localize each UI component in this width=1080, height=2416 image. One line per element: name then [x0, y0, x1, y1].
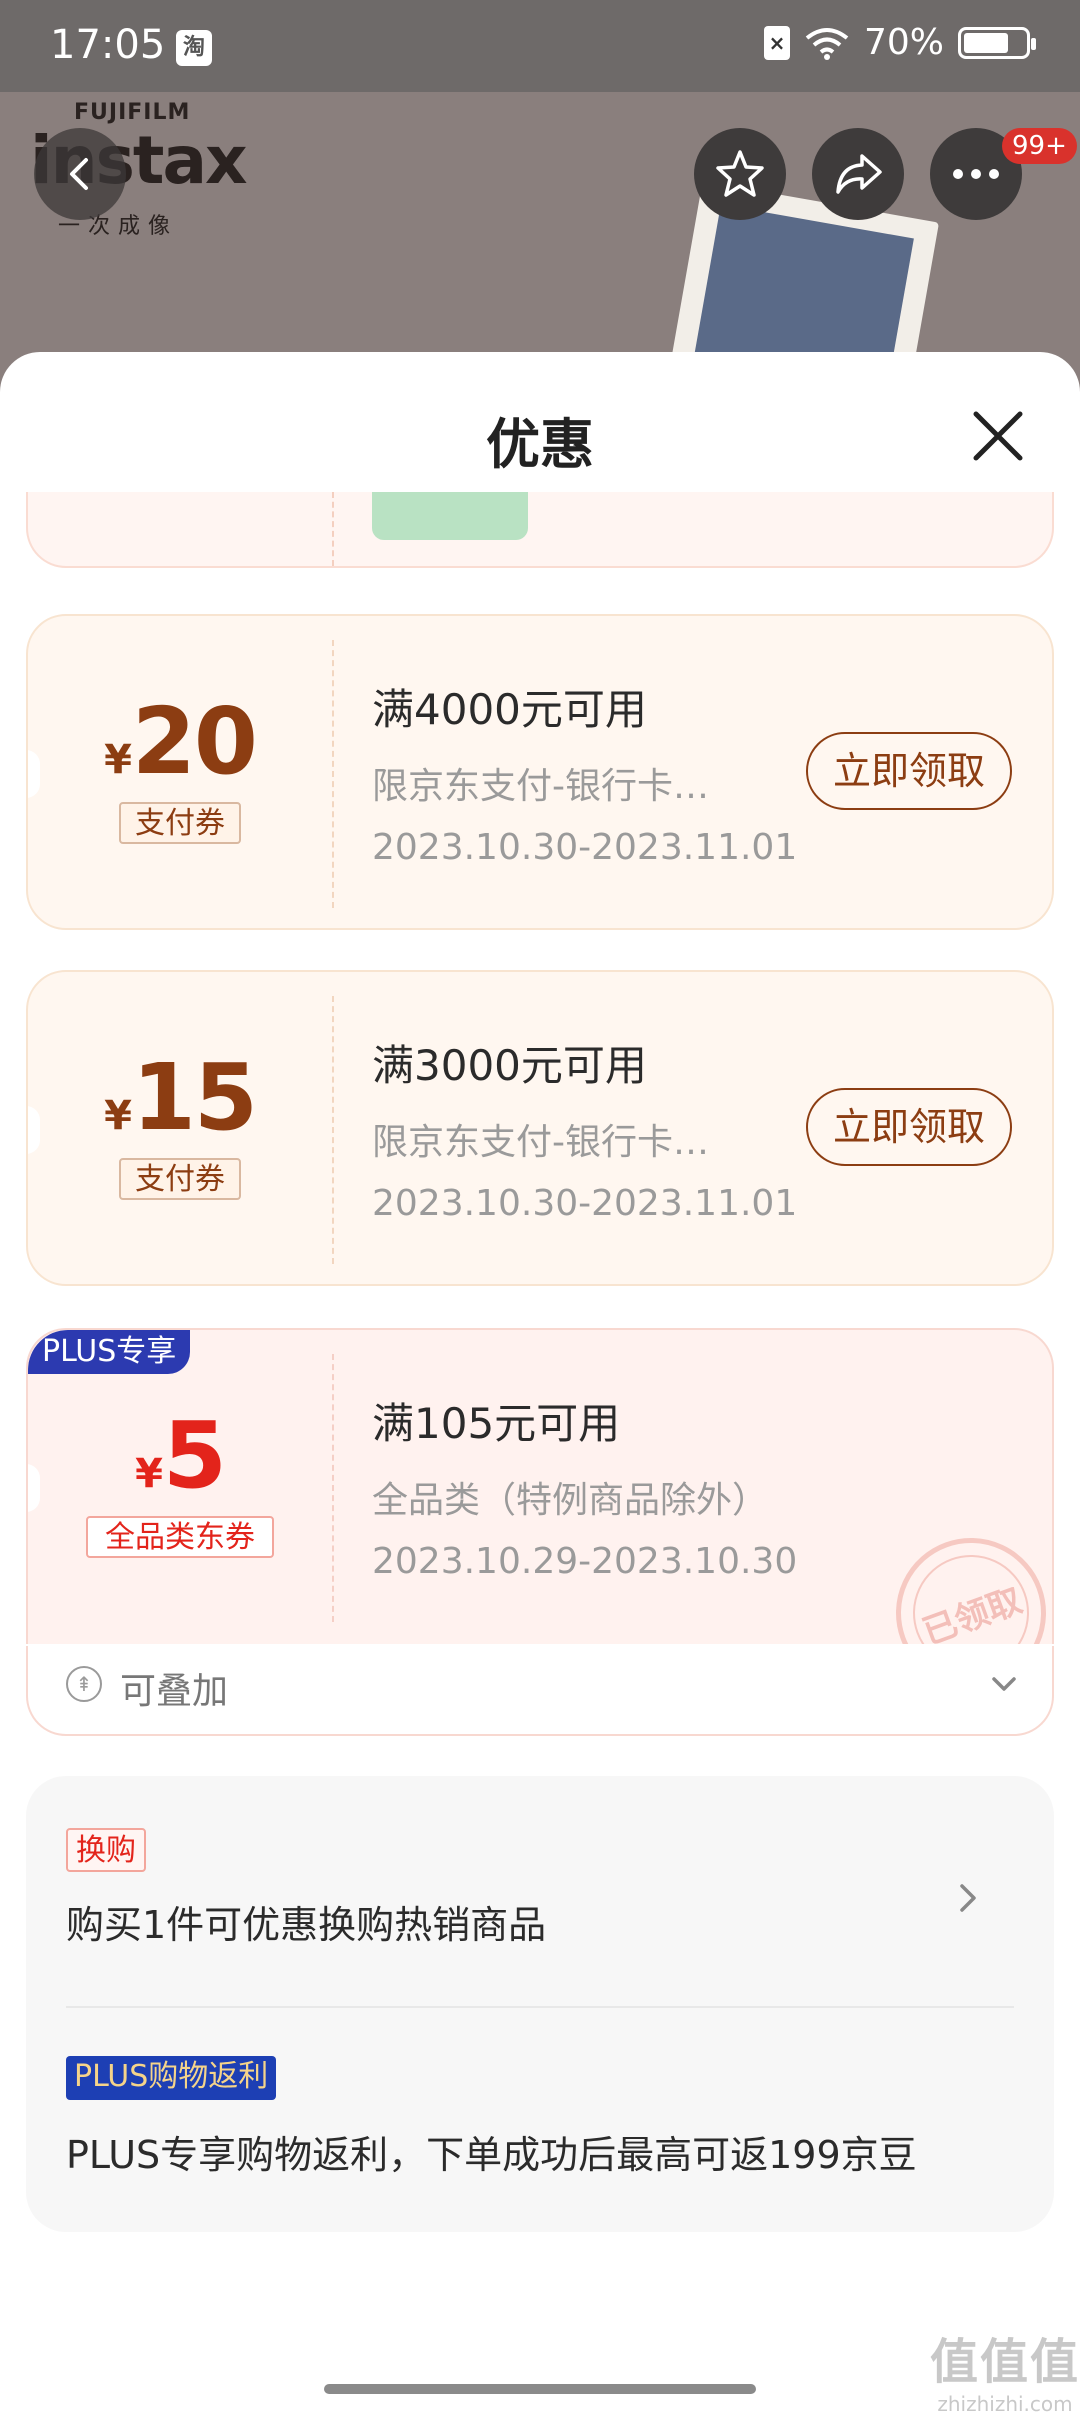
- coupon-card: ¥15 支付券 满3000元可用 限京东支付-银行卡… 2023.10.30-2…: [26, 970, 1054, 1286]
- home-indicator[interactable]: [324, 2384, 756, 2394]
- coupon-type-tag: 支付券: [119, 802, 241, 844]
- chevron-right-icon[interactable]: [954, 1878, 984, 1918]
- status-indicators: × 70%: [763, 22, 1036, 63]
- share-icon: [836, 154, 882, 194]
- coupon-condition: 满3000元可用: [372, 1041, 647, 1090]
- coupon-validity: 2023.10.30-2023.11.01: [372, 827, 798, 868]
- sheet-title: 优惠: [486, 413, 594, 476]
- wifi-icon: [805, 27, 849, 60]
- exchange-tag: 换购: [66, 1828, 146, 1872]
- coupon-validity: 2023.10.29-2023.10.30: [372, 1541, 798, 1582]
- more-icon: [953, 169, 999, 179]
- coupon-amount: ¥5: [135, 1402, 227, 1509]
- coupon-type-tag: 全品类东券: [86, 1516, 274, 1558]
- stackable-row[interactable]: ⇞ 可叠加: [26, 1646, 1054, 1736]
- coupon-condition: 满105元可用: [372, 1399, 621, 1448]
- sim-icon: ×: [763, 25, 790, 60]
- close-icon[interactable]: [966, 404, 1030, 468]
- notification-badge: 99+: [1002, 128, 1077, 164]
- star-icon: [716, 150, 764, 197]
- coupon-type-tag: 支付券: [119, 1158, 241, 1200]
- plus-rebate-text: PLUS专享购物返利，下单成功后最高可返199京豆: [66, 2133, 917, 2177]
- coupon-thumbnail: [372, 492, 528, 540]
- claim-button[interactable]: 立即领取: [806, 732, 1012, 810]
- taobao-app-icon: 淘: [176, 30, 212, 66]
- watermark: 值值值 zhizhizhi.com: [930, 2334, 1080, 2416]
- coupon-description: 限京东支付-银行卡…: [372, 766, 709, 807]
- back-button[interactable]: [34, 128, 126, 220]
- battery-icon: [958, 26, 1036, 59]
- plus-coupon-card: PLUS专享 ¥5 全品类东券 满105元可用 全品类（特例商品除外） 2023…: [26, 1328, 1054, 1644]
- stack-icon: ⇞: [66, 1666, 102, 1702]
- back-icon: [70, 158, 88, 190]
- status-time: 17:05: [50, 22, 166, 68]
- claim-button[interactable]: 立即领取: [806, 1088, 1012, 1166]
- coupon-card-partial: [26, 492, 1054, 568]
- share-button[interactable]: [812, 128, 904, 220]
- plus-exclusive-badge: PLUS专享: [28, 1330, 191, 1374]
- coupon-condition: 满4000元可用: [372, 685, 647, 734]
- coupon-card: ¥20 支付券 满4000元可用 限京东支付-银行卡… 2023.10.30-2…: [26, 614, 1054, 930]
- coupon-description: 限京东支付-银行卡…: [372, 1122, 709, 1163]
- status-bar: 17:05 淘 × 70%: [0, 0, 1080, 92]
- favorite-button[interactable]: [694, 128, 786, 220]
- divider: [66, 2006, 1014, 2008]
- coupon-amount: ¥15: [104, 1044, 258, 1151]
- plus-rebate-tag: PLUS购物返利: [66, 2056, 277, 2100]
- discount-sheet: 优惠 ¥20 支付券 满4000元可用 限京东支付-银行卡… 2023.10.3…: [0, 352, 1080, 2400]
- coupon-validity: 2023.10.30-2023.11.01: [372, 1183, 798, 1224]
- coupon-description: 全品类（特例商品除外）: [372, 1480, 769, 1521]
- promotions-card: 换购 购买1件可优惠换购热销商品 PLUS购物返利 PLUS专享购物返利，下单成…: [26, 1776, 1054, 2232]
- battery-percent: 70%: [863, 22, 944, 63]
- stackable-label: 可叠加: [120, 1671, 229, 1712]
- chevron-down-icon[interactable]: [986, 1666, 1022, 1702]
- coupon-amount: ¥20: [104, 688, 258, 795]
- exchange-promo-text[interactable]: 购买1件可优惠换购热销商品: [66, 1894, 546, 1949]
